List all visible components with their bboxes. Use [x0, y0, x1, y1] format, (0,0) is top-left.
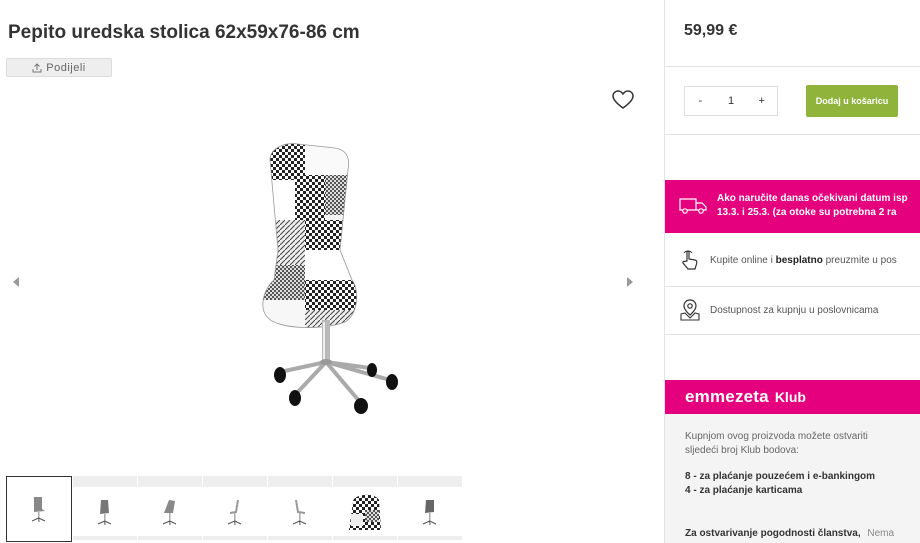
thumbnail[interactable]	[333, 476, 397, 540]
click-hand-icon	[682, 250, 698, 270]
qty-minus-button[interactable]: -	[685, 95, 716, 107]
thumbnail[interactable]	[138, 476, 202, 540]
club-points-card: 4 - za plaćanje karticama	[685, 485, 803, 496]
qty-plus-button[interactable]: +	[746, 95, 777, 107]
pickup-info: Kupite online i besplatno preuzmite u po…	[665, 237, 920, 283]
thumbnail[interactable]	[398, 476, 462, 540]
chevron-right-icon	[627, 277, 633, 287]
divider	[665, 134, 920, 135]
divider	[665, 334, 920, 335]
fabric-thumbnail-image	[349, 494, 381, 530]
delivery-notice: Ako naručite danas očekivani datum isp 1…	[665, 180, 920, 233]
page-title: Pepito uredska stolica 62x59x76-86 cm	[8, 22, 360, 43]
club-info: Kupnjom ovog proizvoda možete ostvariti …	[665, 414, 920, 543]
thumbnail-strip	[6, 476, 462, 542]
delivery-notice-line1: Ako naručite danas očekivani datum isp	[717, 193, 908, 204]
share-label: Podijeli	[46, 61, 86, 74]
product-price: 59,99 €	[684, 22, 738, 39]
product-main-image	[262, 143, 398, 414]
store-availability-text: Dostupnost za kupnju u poslovnicama	[710, 304, 879, 316]
map-pin-icon	[680, 299, 700, 321]
qty-input[interactable]: 1	[716, 95, 747, 107]
chair-thumbnail-image	[31, 497, 46, 523]
club-header: emmezeta Klub	[665, 380, 920, 414]
share-icon	[32, 62, 42, 72]
thumbnail[interactable]	[6, 476, 72, 542]
chair-thumbnail-image	[97, 499, 112, 525]
thumbnail[interactable]	[203, 476, 267, 540]
club-membership-note: Za ostvarivanje pogodnosti članstva, Nem…	[685, 528, 895, 539]
share-button[interactable]: Podijeli	[6, 58, 112, 77]
quantity-stepper: - 1 +	[684, 86, 778, 116]
store-availability[interactable]: Dostupnost za kupnju u poslovnicama	[665, 287, 920, 333]
heart-icon[interactable]	[612, 90, 634, 110]
club-brand-logo: emmezeta	[685, 387, 769, 406]
chair-thumbnail-image	[227, 499, 242, 525]
chair-thumbnail-image	[422, 499, 437, 525]
club-intro-line2: sljedeći broj Klub bodova:	[685, 445, 799, 456]
divider	[665, 66, 920, 67]
thumbnail[interactable]	[268, 476, 332, 540]
add-to-cart-button[interactable]: Dodaj u košaricu	[806, 85, 898, 117]
club-intro-line1: Kupnjom ovog proizvoda možete ostvariti	[685, 431, 868, 442]
prev-image-arrow[interactable]	[8, 274, 24, 290]
chair-thumbnail-image	[292, 499, 307, 525]
chevron-left-icon	[13, 277, 19, 287]
club-points-cod: 8 - za plaćanje pouzećem i e-bankingom	[685, 471, 876, 482]
pickup-text: Kupite online i besplatno preuzmite u po…	[710, 254, 897, 266]
delivery-notice-line2: 13.3. i 25.3. (za otoke su potrebna 2 ra	[717, 207, 897, 218]
club-label: Klub	[774, 389, 806, 405]
thumbnail[interactable]	[73, 476, 137, 540]
chair-thumbnail-image	[162, 499, 177, 525]
next-image-arrow[interactable]	[622, 274, 638, 290]
truck-icon	[679, 198, 707, 214]
